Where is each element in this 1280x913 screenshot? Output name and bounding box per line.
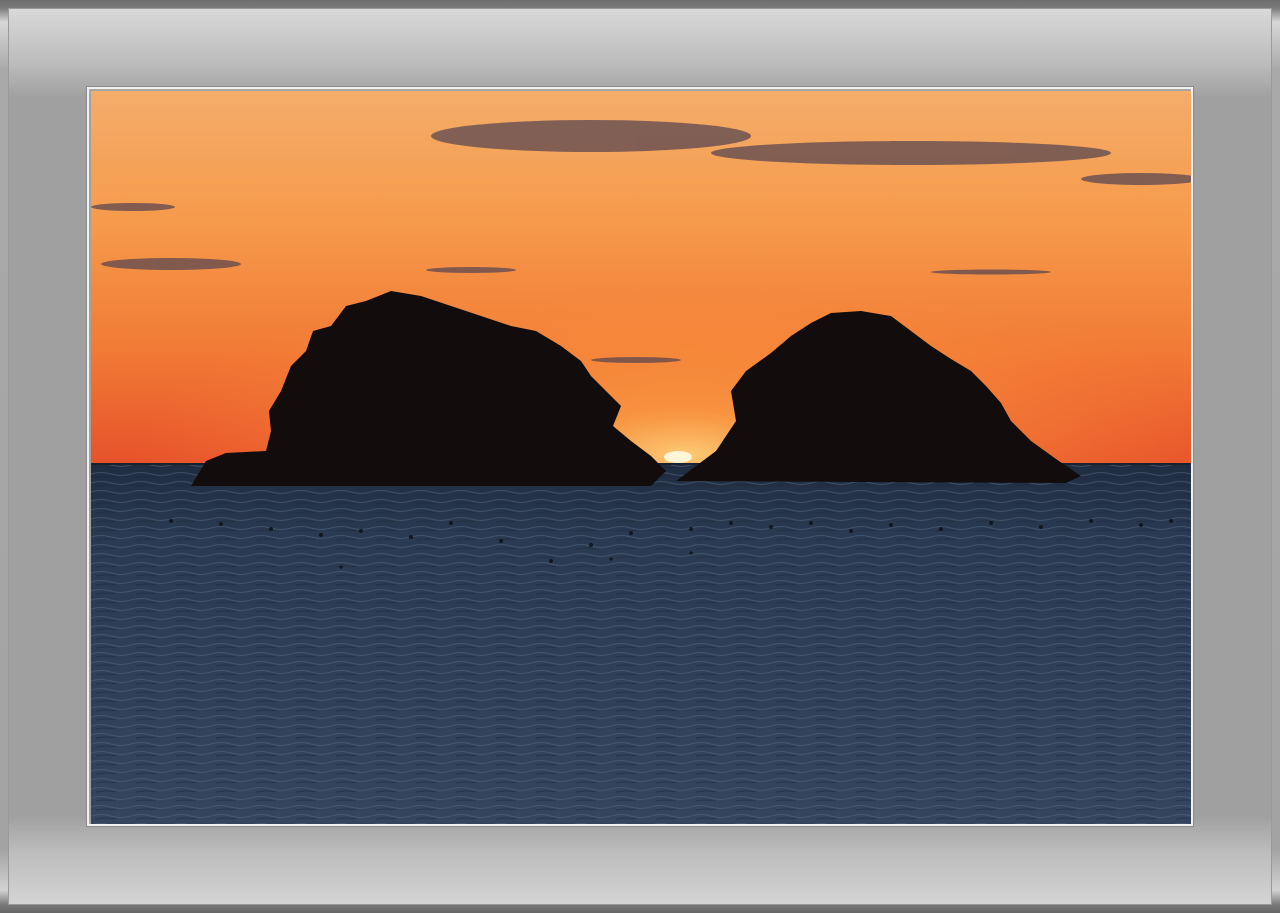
picture-frame: [0, 0, 1280, 913]
photo-border: [87, 87, 1193, 826]
sunset-photo: [91, 91, 1191, 824]
sun: [664, 451, 692, 463]
